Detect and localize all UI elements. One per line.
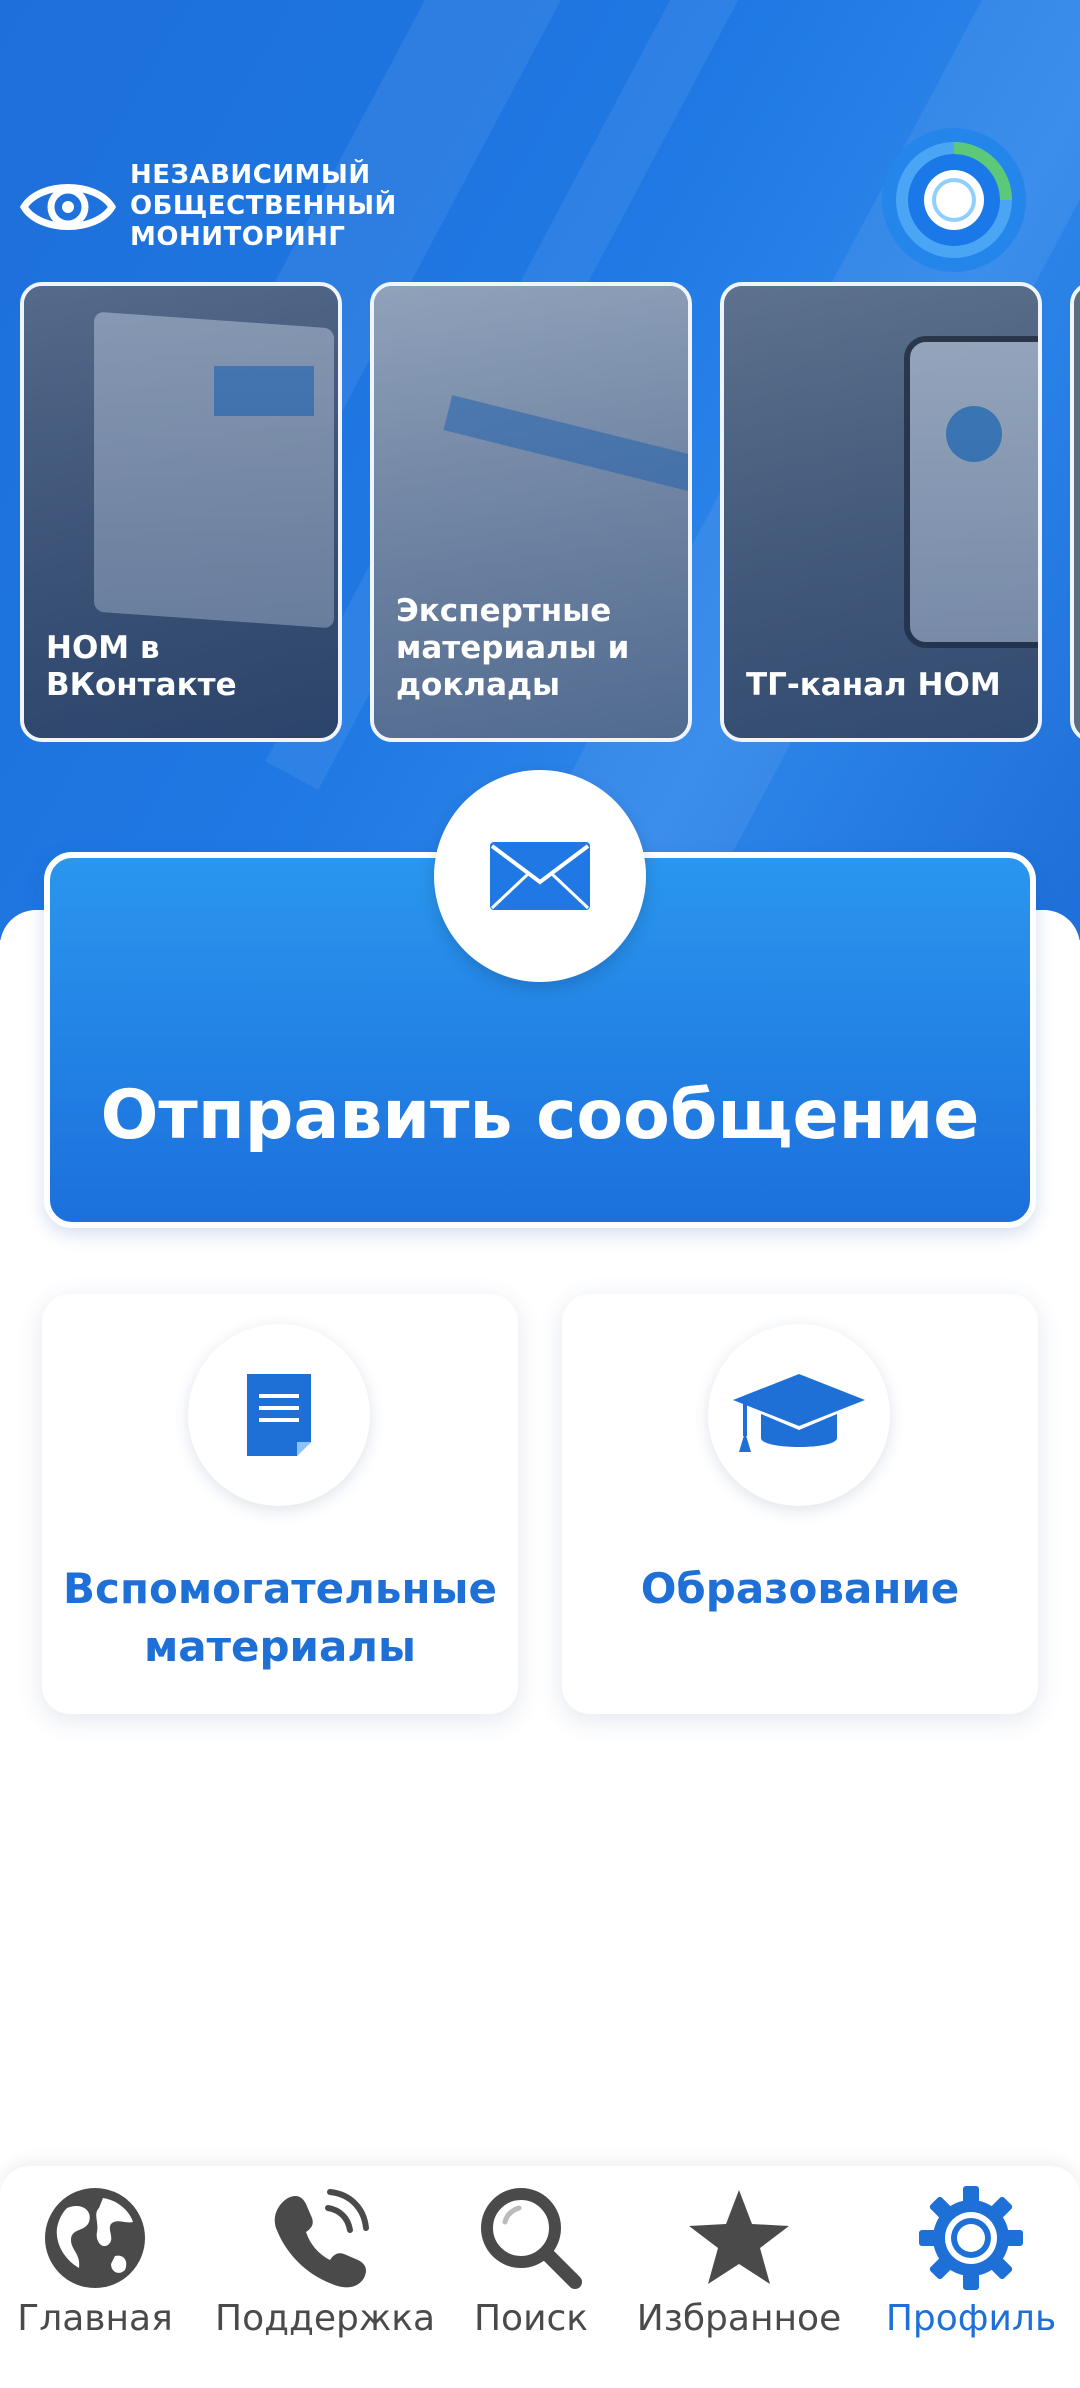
tile-label: Образование [640, 1564, 960, 1613]
card-telegram[interactable]: ТГ-канал НОМ [720, 282, 1042, 742]
icon-circle [708, 1324, 890, 1506]
tile-supporting-materials[interactable]: Вспомогательные материалы [42, 1294, 518, 1714]
tile-education[interactable]: Образование [562, 1294, 1038, 1714]
tile-label: Вспомогательные материалы [63, 1564, 497, 1671]
nav-label: Главная [17, 2298, 173, 2339]
logo-line: МОНИТОРИНГ [130, 222, 346, 252]
card-expert-materials[interactable]: Экспертные материалы и доклады [370, 282, 692, 742]
card-image [1074, 286, 1080, 738]
star-icon [689, 2190, 789, 2284]
send-message-label: Отправить сообщение [100, 1076, 980, 1155]
nav-item-search[interactable]: Поиск [426, 2184, 636, 2374]
nav-label: Поиск [473, 2298, 589, 2339]
graduation-cap-icon [733, 1374, 865, 1452]
globe-icon [45, 2188, 145, 2288]
icon-circle [188, 1324, 370, 1506]
nav-item-profile[interactable]: Профиль [866, 2184, 1076, 2374]
eye-logo-icon [20, 183, 116, 230]
cards-carousel[interactable]: НОМ в ВКонтакте Экспертные материалы и д… [20, 282, 1080, 748]
nav-label: Профиль [885, 2298, 1057, 2339]
document-icon [247, 1374, 311, 1456]
nav-item-favorites[interactable]: Избранное [634, 2184, 844, 2374]
search-icon [481, 2188, 582, 2289]
mail-icon-circle[interactable] [434, 770, 646, 982]
app-logo: НЕЗАВИСИМЫЙ ОБЩЕСТВЕННЫЙ МОНИТОРИНГ [20, 160, 397, 253]
logo-line: ОБЩЕСТВЕННЫЙ [130, 191, 397, 221]
card-label: ТГ-канал НОМ [746, 667, 1001, 703]
card-label: НОМ в ВКонтакте [46, 630, 237, 703]
nav-label: Поддержка [215, 2298, 436, 2339]
nav-label: Избранное [636, 2298, 842, 2339]
card-vkontakte[interactable]: НОМ в ВКонтакте [20, 282, 342, 742]
card-peek[interactable] [1070, 282, 1080, 742]
phone-icon [274, 2189, 369, 2288]
nav-item-support[interactable]: Поддержка [215, 2184, 436, 2374]
card-label: Экспертные материалы и доклады [396, 593, 630, 703]
bottom-navigation: Главная Поддержка Поиск Избранное Профил… [0, 2166, 1080, 2388]
logo-text: НЕЗАВИСИМЫЙ ОБЩЕСТВЕННЫЙ МОНИТОРИНГ [130, 160, 397, 253]
gear-icon [919, 2186, 1023, 2290]
logo-line: НЕЗАВИСИМЫЙ [130, 160, 371, 190]
nav-item-home[interactable]: Главная [0, 2184, 200, 2374]
progress-ring-icon[interactable] [880, 126, 1028, 274]
mail-icon [490, 842, 590, 910]
